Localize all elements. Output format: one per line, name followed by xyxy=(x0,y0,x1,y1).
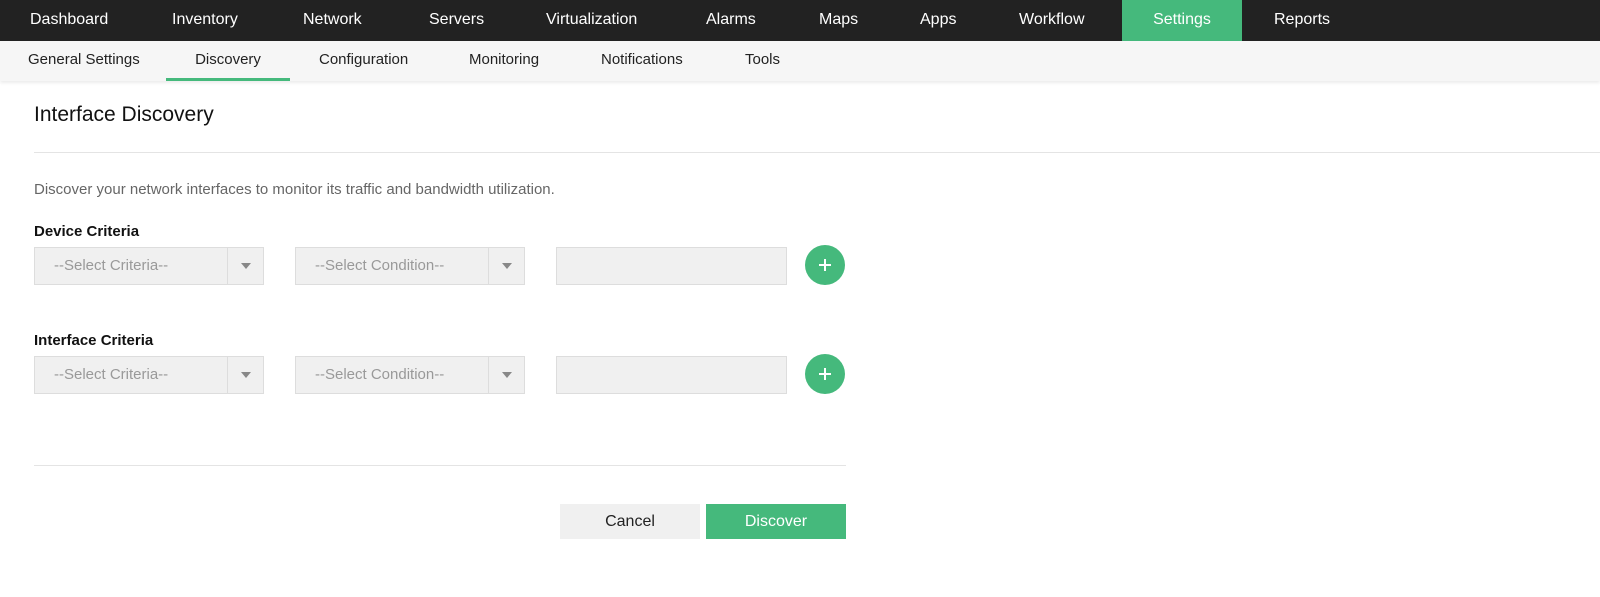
add-device-criteria-button[interactable] xyxy=(805,245,845,285)
page-description: Discover your network interfaces to moni… xyxy=(34,181,555,198)
device-condition-select[interactable]: --Select Condition-- xyxy=(295,247,525,285)
subnav-item-tools[interactable]: Tools xyxy=(745,41,780,81)
caret-down-icon[interactable] xyxy=(488,248,524,284)
nav-item-apps[interactable]: Apps xyxy=(920,0,956,41)
caret-down-icon[interactable] xyxy=(227,248,263,284)
device-criteria-select-value: --Select Criteria-- xyxy=(54,257,169,274)
nav-item-inventory[interactable]: Inventory xyxy=(172,0,238,41)
device-condition-select-value: --Select Condition-- xyxy=(315,257,445,274)
nav-item-servers[interactable]: Servers xyxy=(429,0,484,41)
device-criteria-value-input[interactable] xyxy=(556,247,787,285)
interface-criteria-select[interactable]: --Select Criteria-- xyxy=(34,356,264,394)
discover-button[interactable]: Discover xyxy=(706,504,846,539)
actions-divider xyxy=(34,465,846,466)
nav-item-maps[interactable]: Maps xyxy=(819,0,858,41)
interface-condition-select-value: --Select Condition-- xyxy=(315,366,445,383)
sub-navigation: General Settings Discovery Configuration… xyxy=(0,41,1600,81)
page-title: Interface Discovery xyxy=(34,103,214,126)
nav-item-reports[interactable]: Reports xyxy=(1274,0,1330,41)
add-interface-criteria-button[interactable] xyxy=(805,354,845,394)
nav-item-alarms[interactable]: Alarms xyxy=(706,0,756,41)
title-divider xyxy=(34,152,1600,153)
top-navigation: Dashboard Inventory Network Servers Virt… xyxy=(0,0,1600,41)
caret-down-icon[interactable] xyxy=(488,357,524,393)
nav-item-workflow[interactable]: Workflow xyxy=(1019,0,1085,41)
nav-item-settings[interactable]: Settings xyxy=(1122,0,1242,41)
interface-criteria-select-value: --Select Criteria-- xyxy=(54,366,169,383)
interface-condition-select[interactable]: --Select Condition-- xyxy=(295,356,525,394)
nav-item-network[interactable]: Network xyxy=(303,0,362,41)
plus-icon xyxy=(805,245,845,285)
subnav-item-configuration[interactable]: Configuration xyxy=(319,41,408,81)
interface-criteria-label: Interface Criteria xyxy=(34,332,154,349)
subnav-item-monitoring[interactable]: Monitoring xyxy=(469,41,539,81)
plus-icon xyxy=(805,354,845,394)
device-criteria-select[interactable]: --Select Criteria-- xyxy=(34,247,264,285)
cancel-button[interactable]: Cancel xyxy=(560,504,700,539)
subnav-item-discovery[interactable]: Discovery xyxy=(166,41,290,81)
nav-item-dashboard[interactable]: Dashboard xyxy=(30,0,108,41)
subnav-item-general-settings[interactable]: General Settings xyxy=(28,41,140,81)
subnav-item-notifications[interactable]: Notifications xyxy=(601,41,683,81)
device-criteria-label: Device Criteria xyxy=(34,223,140,240)
nav-item-virtualization[interactable]: Virtualization xyxy=(546,0,637,41)
caret-down-icon[interactable] xyxy=(227,357,263,393)
interface-criteria-value-input[interactable] xyxy=(556,356,787,394)
